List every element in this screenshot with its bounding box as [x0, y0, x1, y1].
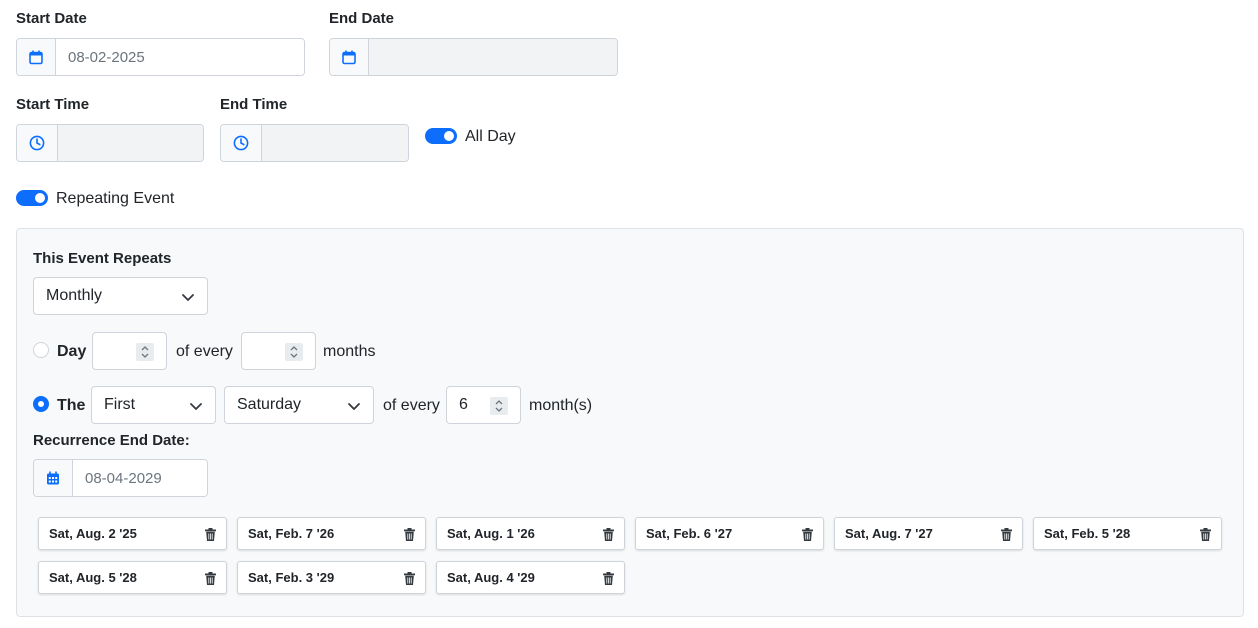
end-date-input[interactable] — [369, 39, 617, 75]
day-months-input[interactable] — [241, 332, 316, 370]
occurrence-chip: Sat, Aug. 5 '28 — [38, 561, 227, 594]
recurrence-end-group — [33, 459, 208, 497]
chevron-down-icon — [190, 403, 202, 410]
day-option-radio[interactable] — [33, 342, 49, 358]
trash-icon[interactable] — [802, 528, 813, 541]
occurrence-chip: Sat, Aug. 2 '25 — [38, 517, 227, 550]
the-option-label: The — [57, 397, 86, 414]
start-date-label: Start Date — [16, 10, 87, 27]
start-time-label: Start Time — [16, 96, 90, 113]
day-number-input[interactable] — [92, 332, 167, 370]
stepper-icon[interactable] — [285, 343, 303, 361]
occurrence-chip: Sat, Feb. 5 '28 — [1033, 517, 1222, 550]
trash-icon[interactable] — [205, 528, 216, 541]
interval-unit-text: month(s) — [529, 397, 593, 414]
calendar-icon[interactable] — [17, 39, 56, 75]
weekday-select[interactable]: Saturday — [224, 386, 374, 424]
occurrence-chip: Sat, Aug. 4 '29 — [436, 561, 625, 594]
recurrence-end-label: Recurrence End Date: — [33, 432, 190, 449]
trash-icon[interactable] — [603, 528, 614, 541]
trash-icon[interactable] — [1001, 528, 1012, 541]
chevron-down-icon — [182, 294, 194, 301]
stepper-icon[interactable] — [136, 343, 154, 361]
recurrence-panel: This Event Repeats Monthly Day of every … — [16, 228, 1244, 617]
all-day-label: All Day — [465, 128, 516, 145]
occurrence-chip: Sat, Aug. 1 '26 — [436, 517, 625, 550]
occurrence-chip: Sat, Feb. 3 '29 — [237, 561, 426, 594]
trash-icon[interactable] — [1200, 528, 1211, 541]
interval-input[interactable]: 6 — [446, 386, 521, 424]
occurrence-chip: Sat, Feb. 6 '27 — [635, 517, 824, 550]
end-date-group — [329, 38, 618, 76]
clock-icon[interactable] — [221, 125, 262, 161]
frequency-value: Monthly — [46, 287, 103, 304]
trash-icon[interactable] — [205, 572, 216, 585]
all-day-toggle[interactable] — [425, 128, 457, 144]
start-time-group — [16, 124, 204, 162]
start-time-input[interactable] — [58, 125, 203, 161]
interval-value: 6 — [459, 396, 468, 413]
ordinal-value: First — [104, 396, 136, 413]
stepper-icon[interactable] — [490, 397, 508, 415]
end-time-input[interactable] — [262, 125, 408, 161]
trash-icon[interactable] — [404, 572, 415, 585]
recurrence-end-input[interactable] — [73, 460, 207, 496]
repeats-label: This Event Repeats — [33, 250, 172, 267]
trash-icon[interactable] — [404, 528, 415, 541]
end-date-label: End Date — [329, 10, 395, 27]
chevron-down-icon — [348, 403, 360, 410]
the-option-radio[interactable] — [33, 396, 49, 412]
end-time-group — [220, 124, 409, 162]
frequency-select[interactable]: Monthly — [33, 277, 208, 315]
day-option-label: Day — [57, 343, 87, 360]
end-time-label: End Time — [220, 96, 288, 113]
clock-icon[interactable] — [17, 125, 58, 161]
the-of-every-text: of every — [383, 397, 440, 414]
weekday-value: Saturday — [237, 396, 302, 413]
repeating-event-toggle[interactable] — [16, 190, 48, 206]
repeating-event-label: Repeating Event — [56, 190, 175, 207]
trash-icon[interactable] — [603, 572, 614, 585]
ordinal-select[interactable]: First — [91, 386, 216, 424]
occurrence-chip: Sat, Feb. 7 '26 — [237, 517, 426, 550]
start-date-input[interactable] — [56, 39, 304, 75]
start-date-group — [16, 38, 305, 76]
day-months-text: months — [323, 343, 376, 360]
calendar-icon[interactable] — [330, 39, 369, 75]
day-of-every-text: of every — [176, 343, 233, 360]
calendar-grid-icon[interactable] — [34, 460, 73, 496]
occurrence-chip: Sat, Aug. 7 '27 — [834, 517, 1023, 550]
